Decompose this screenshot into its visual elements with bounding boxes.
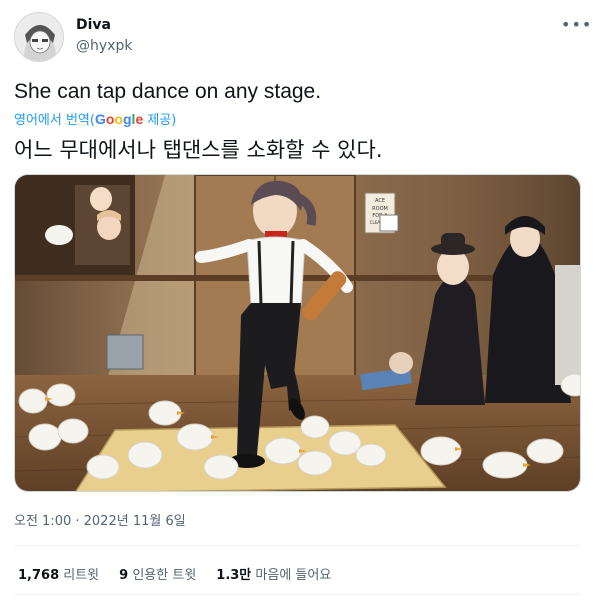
tweet-image[interactable]: ACE ROOM FOR A CLEANING — [14, 174, 581, 492]
quotes-count: 9 — [119, 568, 129, 583]
quotes-label: 인용한 트윗 — [132, 568, 197, 583]
author-display-name[interactable]: Diva — [76, 17, 111, 33]
retweets-label: 리트윗 — [63, 568, 100, 583]
divider — [14, 594, 581, 595]
likes-label: 마음에 들어요 — [255, 568, 332, 583]
author-handle[interactable]: @hyxpk — [76, 38, 132, 54]
quote-tweets-stat[interactable]: 9 인용한 트윗 — [119, 564, 196, 583]
tweet: Diva @hyxpk ••• She can tap dance on any… — [0, 0, 601, 604]
tweet-timestamp[interactable]: 오전 1:00 · 2022년 11월 6일 — [14, 510, 186, 529]
translation-attribution[interactable]: 영어에서 번역(Google 제공) — [14, 109, 176, 128]
retweets-stat[interactable]: 1,768 리트윗 — [18, 564, 99, 583]
likes-count: 1.3만 — [216, 568, 252, 583]
tweet-text: She can tap dance on any stage. — [14, 80, 322, 103]
google-logo: Google — [94, 111, 144, 127]
translated-text: 어느 무대에서나 탭댄스를 소화할 수 있다. — [14, 138, 383, 162]
sign-line: ROOM — [372, 206, 388, 212]
likes-stat[interactable]: 1.3만 마음에 들어요 — [216, 564, 331, 583]
translate-prefix: 영어에서 번역( — [14, 113, 95, 128]
sign-line: ACE — [375, 198, 385, 204]
tweet-stats: 1,768 리트윗 9 인용한 트윗 1.3만 마음에 들어요 — [18, 564, 351, 583]
retweets-count: 1,768 — [18, 568, 60, 583]
more-horizontal-icon[interactable]: ••• — [561, 14, 591, 36]
divider — [14, 545, 581, 546]
avatar[interactable] — [14, 12, 64, 62]
translate-suffix: 제공) — [143, 113, 177, 128]
